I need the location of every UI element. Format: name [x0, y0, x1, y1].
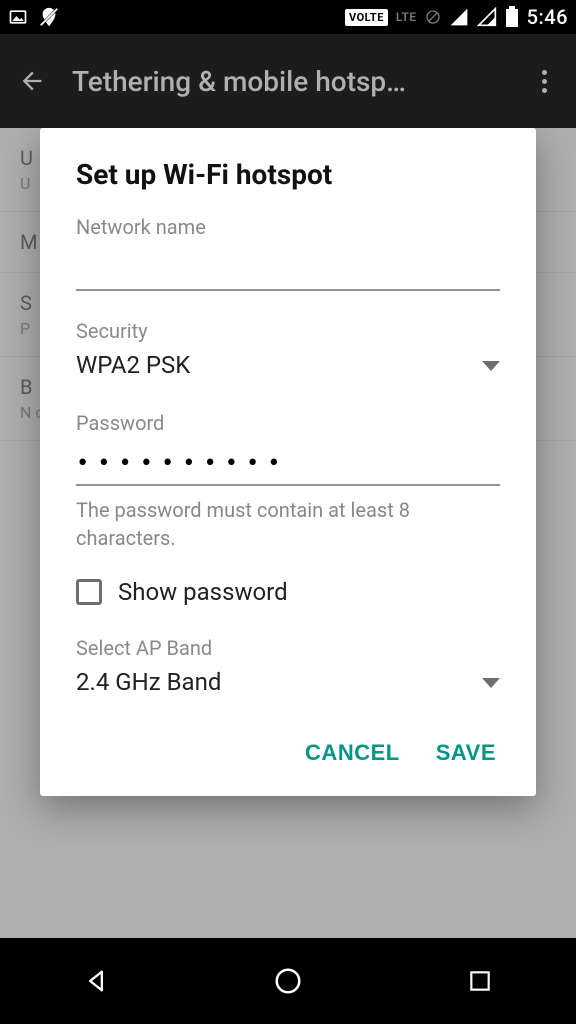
volte-badge: VOLTE: [345, 9, 388, 26]
back-button[interactable]: [12, 61, 52, 101]
dialog-title: Set up Wi-Fi hotspot: [76, 158, 500, 191]
chevron-down-icon: [482, 361, 500, 371]
dialog-actions: CANCEL SAVE: [76, 728, 500, 776]
password-hint: The password must contain at least 8 cha…: [76, 496, 500, 552]
navigation-bar: [0, 938, 576, 1024]
ap-band-value: 2.4 GHz Band: [76, 666, 482, 700]
signal-icon-2: [477, 7, 497, 27]
ap-band-label: Select AP Band: [76, 636, 500, 660]
no-data-icon: [425, 9, 441, 25]
show-password-label: Show password: [118, 578, 288, 606]
network-name-label: Network name: [76, 215, 500, 239]
security-value: WPA2 PSK: [76, 349, 482, 383]
show-password-checkbox[interactable]: [76, 579, 102, 605]
picture-icon: [8, 7, 28, 27]
password-label: Password: [76, 411, 500, 435]
password-field: Password: [76, 411, 500, 486]
overflow-menu-button[interactable]: [524, 61, 564, 101]
page-title: Tethering & mobile hotsp…: [72, 65, 524, 98]
cancel-button[interactable]: CANCEL: [305, 740, 400, 766]
status-bar: VOLTE LTE 5:46: [0, 0, 576, 34]
app-bar: Tethering & mobile hotsp…: [0, 34, 576, 128]
security-field[interactable]: Security WPA2 PSK: [76, 319, 500, 383]
password-input[interactable]: [76, 441, 500, 486]
signal-icon-1: [449, 7, 469, 27]
clock: 5:46: [527, 5, 568, 29]
nav-home-button[interactable]: [264, 957, 312, 1005]
wifi-hotspot-dialog: Set up Wi-Fi hotspot Network name Securi…: [40, 128, 536, 796]
ap-band-field[interactable]: Select AP Band 2.4 GHz Band: [76, 636, 500, 700]
lte-label: LTE: [396, 10, 417, 24]
show-password-row[interactable]: Show password: [76, 578, 500, 606]
save-button[interactable]: SAVE: [436, 740, 496, 766]
chevron-down-icon: [482, 678, 500, 688]
nav-recent-button[interactable]: [456, 957, 504, 1005]
network-name-field: Network name: [76, 215, 500, 291]
nav-back-button[interactable]: [72, 957, 120, 1005]
network-name-input[interactable]: [76, 245, 500, 291]
location-off-icon: [38, 6, 60, 28]
security-label: Security: [76, 319, 500, 343]
battery-icon: [505, 6, 519, 28]
